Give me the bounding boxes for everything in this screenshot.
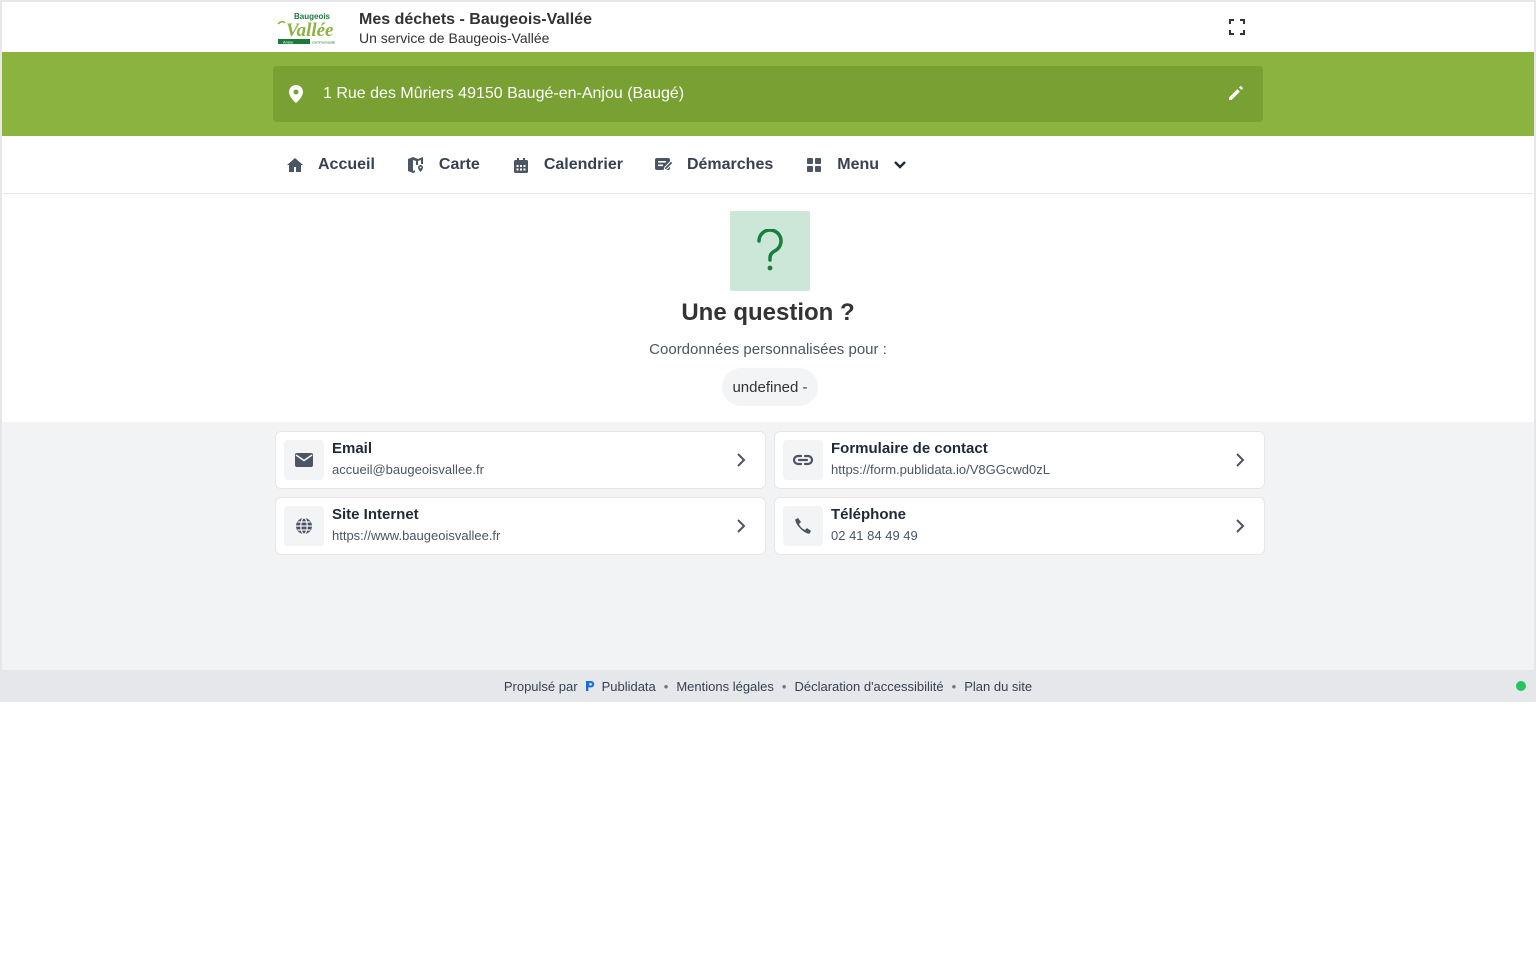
chevron-right-icon bbox=[737, 519, 746, 533]
footer: Propulsé par Publidata • Mentions légale… bbox=[2, 670, 1534, 702]
edit-address-button[interactable] bbox=[1227, 84, 1247, 104]
publidata-link[interactable]: Publidata bbox=[602, 679, 656, 694]
nav-item-menu[interactable]: Menu bbox=[805, 136, 907, 194]
svg-text:Vallée: Vallée bbox=[286, 20, 334, 41]
nav-label-calendrier: Calendrier bbox=[543, 156, 623, 173]
fullscreen-icon bbox=[1229, 19, 1245, 35]
sitemap-link[interactable]: Plan du site bbox=[964, 679, 1032, 694]
contact-value: accueil@baugeoisvallee.fr bbox=[332, 462, 484, 477]
map-icon bbox=[407, 156, 425, 174]
footer-separator: • bbox=[781, 678, 787, 694]
contact-label: Téléphone bbox=[831, 506, 907, 523]
app-subtitle: Un service de Baugeois-Vallée bbox=[359, 30, 550, 46]
header: Baugeois Vallée Anjou communauté Mes déc… bbox=[2, 2, 1534, 52]
status-indicator bbox=[1516, 681, 1526, 691]
chevron-right-icon bbox=[1236, 519, 1245, 533]
chevron-right-icon bbox=[737, 453, 746, 467]
address-text: 1 Rue des Mûriers 49150 Baugé-en-Anjou (… bbox=[323, 85, 685, 102]
footer-separator: • bbox=[663, 678, 669, 694]
chevron-right-icon bbox=[1236, 453, 1245, 467]
question-mark-icon bbox=[730, 211, 810, 291]
contact-card-email[interactable]: Email accueil@baugeoisvallee.fr bbox=[275, 431, 766, 489]
nav-item-accueil[interactable]: Accueil bbox=[286, 136, 375, 194]
question-subtitle: Coordonnées personnalisées pour : bbox=[649, 341, 887, 358]
grid-icon bbox=[805, 156, 823, 174]
mentions-legales-link[interactable]: Mentions légales bbox=[676, 679, 774, 694]
address-band: 1 Rue des Mûriers 49150 Baugé-en-Anjou (… bbox=[2, 52, 1534, 136]
nav-label-accueil: Accueil bbox=[318, 156, 375, 173]
contacts-section: Email accueil@baugeoisvallee.fr Formulai… bbox=[2, 422, 1534, 670]
address-selector[interactable]: 1 Rue des Mûriers 49150 Baugé-en-Anjou (… bbox=[273, 66, 1263, 122]
baugeois-vallee-logo: Baugeois Vallée Anjou communauté bbox=[277, 12, 336, 44]
nav-label-demarches: Démarches bbox=[686, 156, 774, 173]
contact-label: Email bbox=[332, 440, 373, 457]
contact-value: 02 41 84 49 49 bbox=[831, 528, 918, 543]
contact-card-phone[interactable]: Téléphone 02 41 84 49 49 bbox=[774, 497, 1265, 555]
contact-card-website[interactable]: Site Internet https://www.baugeoisvallee… bbox=[275, 497, 766, 555]
location-chip: undefined - bbox=[722, 368, 818, 406]
contact-card-form[interactable]: Formulaire de contact https://form.publi… bbox=[774, 431, 1265, 489]
title-block: Mes déchets - Baugeois-Vallée Un service… bbox=[359, 11, 592, 47]
question-section: Une question ? Coordonnées personnalisée… bbox=[2, 194, 1534, 422]
powered-by-text: Propulsé par bbox=[503, 678, 578, 694]
pencil-icon bbox=[1229, 86, 1243, 100]
globe-icon bbox=[284, 506, 324, 546]
question-title: Une question ? bbox=[681, 299, 855, 326]
nav-item-demarches[interactable]: Démarches bbox=[654, 136, 774, 194]
publidata-logo-icon bbox=[584, 680, 596, 692]
footer-separator: • bbox=[951, 678, 957, 694]
nav-label-carte: Carte bbox=[438, 156, 480, 173]
location-pin-icon bbox=[289, 84, 305, 104]
contact-value: https://form.publidata.io/V8GGcwd0zL bbox=[831, 462, 1050, 477]
nav-item-carte[interactable]: Carte bbox=[407, 136, 480, 194]
phone-icon bbox=[783, 506, 823, 546]
app-title: Mes déchets - Baugeois-Vallée bbox=[359, 11, 592, 28]
main-nav: Accueil Carte Calendrier Démarches Menu bbox=[2, 136, 1534, 194]
calendar-icon bbox=[512, 156, 530, 174]
home-icon bbox=[286, 156, 304, 174]
envelope-icon bbox=[284, 440, 324, 480]
svg-text:communauté: communauté bbox=[312, 39, 336, 44]
accessibility-statement-link[interactable]: Déclaration d'accessibilité bbox=[794, 679, 943, 694]
contact-value: https://www.baugeoisvallee.fr bbox=[332, 528, 501, 543]
contact-label: Site Internet bbox=[332, 506, 419, 523]
fullscreen-button[interactable] bbox=[1224, 14, 1250, 40]
link-icon bbox=[783, 440, 823, 480]
nav-label-menu: Menu bbox=[837, 156, 880, 173]
form-edit-icon bbox=[654, 156, 673, 174]
svg-text:Anjou: Anjou bbox=[283, 39, 293, 44]
contact-label: Formulaire de contact bbox=[831, 440, 988, 457]
chevron-down-icon bbox=[893, 158, 907, 172]
nav-item-calendrier[interactable]: Calendrier bbox=[512, 136, 623, 194]
app-frame: Baugeois Vallée Anjou communauté Mes déc… bbox=[0, 0, 1536, 702]
